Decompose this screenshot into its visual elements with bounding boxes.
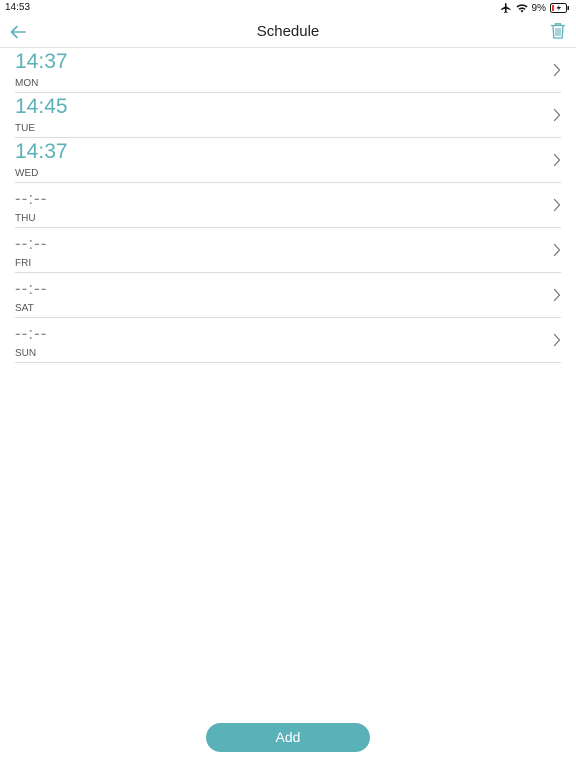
row-time: 14:45: [15, 95, 68, 118]
page-title: Schedule: [256, 23, 320, 40]
schedule-row-sat[interactable]: --:-- SAT: [15, 273, 561, 318]
row-time: 14:37: [15, 140, 68, 163]
row-day: TUE: [15, 123, 35, 134]
status-time: 14:53: [5, 2, 31, 13]
status-bar: 14:53 9%: [0, 0, 576, 16]
chevron-right-icon: [553, 153, 561, 167]
chevron-right-icon: [553, 198, 561, 212]
battery-percent: 9%: [531, 2, 546, 14]
row-time: 14:37: [15, 50, 68, 73]
chevron-right-icon: [553, 63, 561, 77]
schedule-row-wed[interactable]: 14:37 WED: [15, 138, 561, 183]
schedule-row-sun[interactable]: --:-- SUN: [15, 318, 561, 363]
schedule-list: 14:37 MON 14:45 TUE 14:37 WED --:-- THU …: [15, 48, 561, 363]
airplane-icon: [500, 2, 512, 14]
row-day: MON: [15, 78, 39, 89]
chevron-right-icon: [553, 333, 561, 347]
trash-icon: [550, 23, 566, 39]
add-button[interactable]: Add: [206, 723, 370, 752]
row-time: --:--: [15, 324, 48, 343]
status-indicators: 9%: [500, 1, 570, 15]
schedule-row-fri[interactable]: --:-- FRI: [15, 228, 561, 273]
delete-button[interactable]: [550, 22, 566, 40]
row-day: WED: [15, 168, 39, 179]
row-time: --:--: [15, 234, 48, 253]
wifi-icon: [516, 3, 528, 13]
row-day: FRI: [15, 258, 32, 269]
chevron-right-icon: [553, 243, 561, 257]
schedule-screen: 14:53 9% Schedule 14:37 MON 14:45 TUE 14…: [0, 0, 576, 768]
row-time: --:--: [15, 189, 48, 208]
battery-charging-icon: [550, 3, 570, 13]
chevron-right-icon: [553, 108, 561, 122]
row-day: SAT: [15, 303, 34, 314]
chevron-right-icon: [553, 288, 561, 302]
schedule-row-thu[interactable]: --:-- THU: [15, 183, 561, 228]
nav-bar: Schedule: [0, 16, 576, 48]
row-day: THU: [15, 213, 36, 224]
row-day: SUN: [15, 348, 37, 359]
schedule-row-mon[interactable]: 14:37 MON: [15, 48, 561, 93]
row-time: --:--: [15, 279, 48, 298]
schedule-row-tue[interactable]: 14:45 TUE: [15, 93, 561, 138]
